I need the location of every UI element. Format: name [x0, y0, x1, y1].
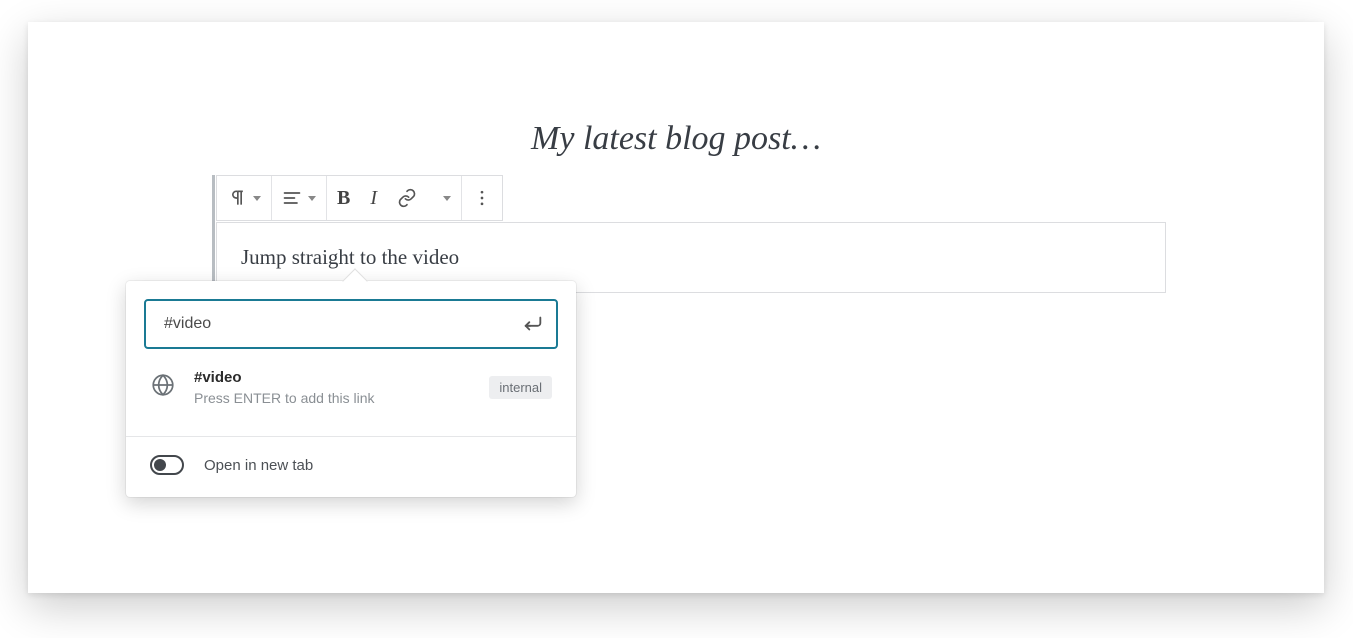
- link-url-input[interactable]: [162, 314, 522, 334]
- chevron-down-icon: [253, 196, 261, 201]
- link-suggestion-title: #video: [194, 369, 471, 386]
- link-suggestion-item[interactable]: #video Press ENTER to add this link inte…: [126, 349, 576, 436]
- link-type-badge: internal: [489, 376, 552, 399]
- globe-icon: [150, 372, 176, 403]
- more-rich-text-button[interactable]: [427, 176, 461, 220]
- italic-icon: I: [370, 187, 377, 210]
- link-suggestion-subtitle: Press ENTER to add this link: [194, 390, 471, 406]
- link-button[interactable]: [387, 176, 427, 220]
- open-new-tab-toggle[interactable]: [150, 455, 184, 475]
- submit-link-button[interactable]: [522, 313, 544, 335]
- block-type-paragraph-button[interactable]: [217, 176, 271, 220]
- chevron-down-icon: [308, 196, 316, 201]
- pilcrow-icon: [227, 188, 247, 208]
- paragraph-text: Jump straight to the video: [241, 245, 459, 269]
- more-vertical-icon: [472, 188, 492, 208]
- more-options-button[interactable]: [462, 176, 502, 220]
- link-popover: #video Press ENTER to add this link inte…: [126, 281, 576, 497]
- align-button[interactable]: [272, 176, 326, 220]
- block-toolbar: B I: [216, 175, 503, 221]
- block-selection-rail: [212, 175, 215, 293]
- link-icon: [397, 188, 417, 208]
- link-url-field-wrap: [144, 299, 558, 349]
- chevron-down-icon: [443, 196, 451, 201]
- page-title: My latest blog post…: [28, 120, 1324, 158]
- editor-canvas: My latest blog post…: [28, 22, 1324, 593]
- italic-button[interactable]: I: [360, 176, 387, 220]
- toggle-knob: [154, 459, 166, 471]
- open-new-tab-label: Open in new tab: [204, 457, 313, 474]
- bold-button[interactable]: B: [327, 176, 360, 220]
- link-suggestion-text: #video Press ENTER to add this link: [194, 369, 471, 406]
- align-left-icon: [282, 188, 302, 208]
- bold-icon: B: [337, 187, 350, 210]
